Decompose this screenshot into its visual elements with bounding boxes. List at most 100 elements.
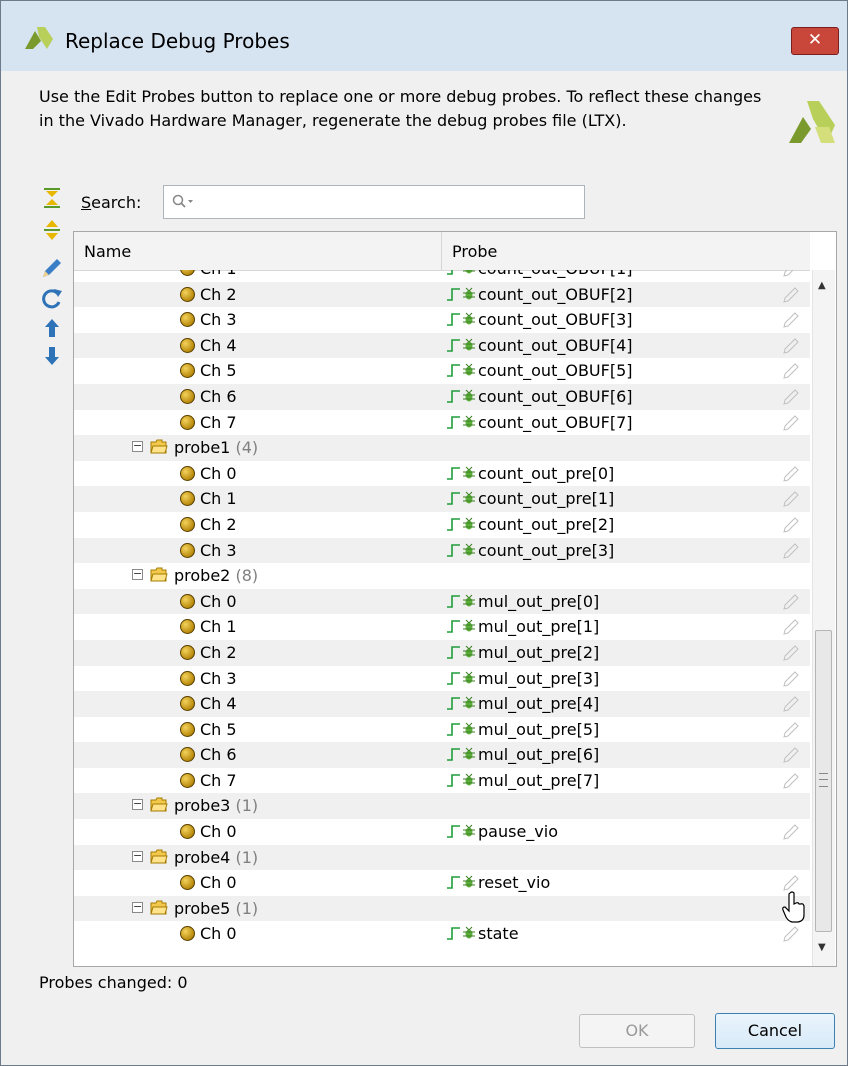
probe-group-row[interactable]: − probe4 (1) <box>74 844 810 871</box>
scroll-up-arrow-icon[interactable]: ▲ <box>818 280 826 291</box>
channel-name: Ch 1 <box>200 270 237 278</box>
channel-row[interactable]: Ch 3 count_out_OBUF[3] <box>74 307 810 333</box>
channel-row[interactable]: Ch 0 state <box>74 921 810 947</box>
waveform-icon <box>447 518 460 531</box>
debug-bug-icon <box>463 491 475 504</box>
channel-row[interactable]: Ch 5 mul_out_pre[5] <box>74 717 810 743</box>
channel-name: Ch 7 <box>200 770 237 790</box>
edit-probe-icon[interactable] <box>782 362 800 380</box>
channel-name: Ch 2 <box>200 642 237 662</box>
channel-row[interactable]: Ch 1 count_out_pre[1] <box>74 486 810 512</box>
group-count: (1) <box>230 898 259 918</box>
table-rows: Ch 1 count_out_OBUF[1] Ch 2 count_out_OBUF[… <box>74 270 810 947</box>
close-button[interactable]: ✕ <box>791 27 839 55</box>
channel-row[interactable]: Ch 0 count_out_pre[0] <box>74 461 810 487</box>
probe-signal-name: count_out_OBUF[5] <box>478 361 633 381</box>
edit-probe-icon[interactable] <box>782 542 800 560</box>
channel-row[interactable]: Ch 3 mul_out_pre[3] <box>74 666 810 692</box>
channel-row[interactable]: Ch 5 count_out_OBUF[5] <box>74 358 810 384</box>
edit-probe-icon[interactable] <box>782 772 800 790</box>
edit-probe-icon[interactable] <box>782 670 800 688</box>
channel-icon <box>180 414 195 430</box>
edit-probe-icon[interactable] <box>782 593 800 611</box>
edit-probe-icon[interactable] <box>782 721 800 739</box>
probe-group-row[interactable]: − probe1 (4) <box>74 435 810 461</box>
channel-row[interactable]: Ch 1 count_out_OBUF[1] <box>74 270 810 282</box>
group-label: probe1 <box>174 438 231 458</box>
collapse-all-icon[interactable] <box>37 185 67 213</box>
probe-group-row[interactable]: − probe2 (8) <box>74 563 810 589</box>
channel-icon <box>180 824 195 840</box>
edit-probe-icon[interactable] <box>782 311 800 329</box>
waveform-icon <box>447 390 460 403</box>
column-header-name[interactable]: Name <box>84 242 131 261</box>
edit-probe-icon[interactable] <box>782 270 800 278</box>
waveform-icon <box>447 364 460 378</box>
channel-row[interactable]: Ch 7 count_out_OBUF[7] <box>74 410 810 436</box>
edit-probe-icon[interactable] <box>782 695 800 713</box>
move-up-icon[interactable] <box>37 315 67 343</box>
waveform-icon <box>447 543 460 557</box>
channel-row[interactable]: Ch 0 pause_vio <box>74 819 810 845</box>
ok-button[interactable]: OK <box>579 1014 695 1048</box>
edit-probe-icon[interactable] <box>782 414 800 432</box>
channel-icon <box>180 542 195 558</box>
edit-probe-icon[interactable] <box>782 516 800 534</box>
collapse-toggle-icon[interactable]: − <box>132 568 143 581</box>
channel-name: Ch 5 <box>200 719 237 739</box>
vertical-scrollbar[interactable]: ▲ ▼ <box>812 270 835 966</box>
channel-name: Ch 2 <box>200 284 237 304</box>
channel-icon <box>180 670 195 686</box>
move-down-icon[interactable] <box>37 343 67 371</box>
channel-row[interactable]: Ch 2 count_out_OBUF[2] <box>74 281 810 308</box>
channel-row[interactable]: Ch 2 count_out_pre[2] <box>74 512 810 538</box>
channel-row[interactable]: Ch 0 reset_vio <box>74 870 810 896</box>
probe-group-row[interactable]: − probe5 (1) <box>74 895 810 922</box>
edit-probe-icon[interactable] <box>782 388 800 406</box>
edit-probe-icon[interactable] <box>782 925 800 943</box>
edit-probe-icon[interactable] <box>782 337 800 355</box>
refresh-icon[interactable] <box>37 285 67 313</box>
debug-bug-icon <box>463 389 475 402</box>
probe-signal-name: count_out_pre[1] <box>478 489 615 509</box>
column-divider[interactable] <box>441 232 442 270</box>
collapse-toggle-icon[interactable]: − <box>132 440 143 453</box>
collapse-toggle-icon[interactable]: − <box>132 850 143 862</box>
channel-row[interactable]: Ch 4 mul_out_pre[4] <box>74 691 810 717</box>
search-input[interactable] <box>163 185 585 219</box>
scrollbar-thumb[interactable] <box>815 630 832 932</box>
channel-icon <box>180 388 195 404</box>
collapse-toggle-icon[interactable]: − <box>132 901 143 913</box>
scroll-down-arrow-icon[interactable]: ▼ <box>818 942 826 953</box>
edit-probe-icon[interactable] <box>782 644 800 662</box>
column-header-probe[interactable]: Probe <box>452 242 497 261</box>
edit-probe-icon[interactable] <box>782 465 800 483</box>
debug-bug-icon <box>463 619 475 632</box>
probe-signal-name: mul_out_pre[6] <box>478 745 600 765</box>
edit-probe-icon[interactable] <box>782 746 800 764</box>
edit-probe-icon[interactable] <box>782 490 800 508</box>
channel-row[interactable]: Ch 2 mul_out_pre[2] <box>74 639 810 666</box>
edit-probe-icon[interactable] <box>782 618 800 636</box>
channel-row[interactable]: Ch 3 count_out_pre[3] <box>74 537 810 564</box>
channel-icon <box>180 619 195 635</box>
waveform-icon <box>447 646 460 659</box>
probe-signal-name: mul_out_pre[7] <box>478 770 600 790</box>
edit-probe-icon[interactable] <box>782 823 800 841</box>
channel-row[interactable]: Ch 0 mul_out_pre[0] <box>74 588 810 615</box>
channel-row[interactable]: Ch 7 mul_out_pre[7] <box>74 768 810 794</box>
probe-folder-icon <box>150 849 168 864</box>
edit-probe-icon[interactable] <box>782 286 800 304</box>
channel-icon <box>180 772 195 788</box>
channel-row[interactable]: Ch 4 count_out_OBUF[4] <box>74 332 810 359</box>
expand-all-icon[interactable] <box>37 217 67 245</box>
cancel-button[interactable]: Cancel <box>715 1013 835 1049</box>
channel-row[interactable]: Ch 6 mul_out_pre[6] <box>74 742 810 768</box>
probe-signal-name: count_out_OBUF[1] <box>478 270 633 278</box>
probe-group-row[interactable]: − probe3 (1) <box>74 793 810 820</box>
edit-probe-icon[interactable] <box>782 874 800 892</box>
channel-row[interactable]: Ch 6 count_out_OBUF[6] <box>74 383 810 410</box>
collapse-toggle-icon[interactable]: − <box>132 798 143 811</box>
edit-pencil-icon[interactable] <box>37 255 67 283</box>
channel-row[interactable]: Ch 1 mul_out_pre[1] <box>74 614 810 640</box>
